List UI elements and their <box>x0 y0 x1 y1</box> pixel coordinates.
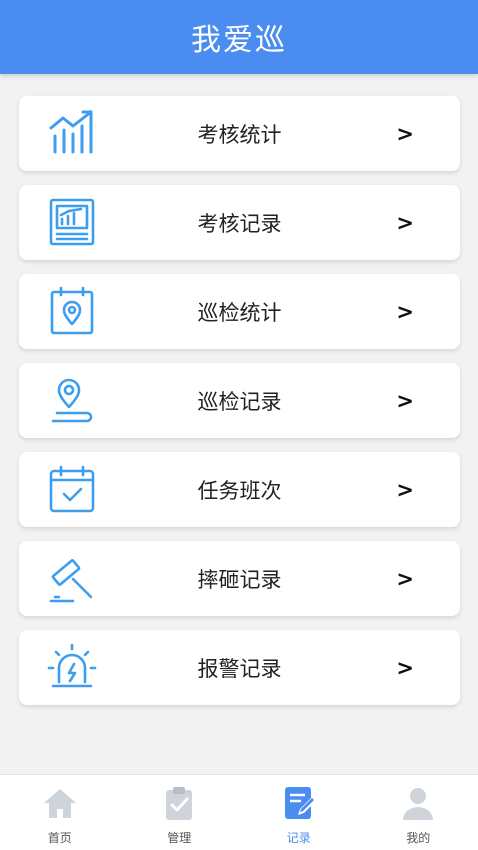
home-icon <box>43 789 76 818</box>
tab-records[interactable]: 记录 <box>239 775 359 850</box>
menu-item-label: 巡检统计 <box>197 300 282 325</box>
chevron-right-icon: > <box>396 121 414 146</box>
chevron-right-icon: > <box>396 299 414 324</box>
menu-item-label: 考核统计 <box>197 122 282 147</box>
menu-item-label: 摔砸记录 <box>197 567 282 592</box>
chevron-right-icon: > <box>396 477 414 502</box>
chevron-right-icon: > <box>396 388 414 413</box>
tab-mine[interactable]: 我的 <box>359 775 478 850</box>
tab-label: 管理 <box>167 831 192 845</box>
chevron-right-icon: > <box>396 655 414 680</box>
app-header: 我爱巡 <box>0 0 478 74</box>
menu-item-alarm-records[interactable]: 报警记录 > <box>19 630 460 705</box>
bottom-tab-bar: 首页 管理 记录 我的 <box>0 774 478 850</box>
menu-item-label: 任务班次 <box>197 478 282 503</box>
menu-item-task-shifts[interactable]: 任务班次 > <box>19 452 460 527</box>
menu-item-label: 巡检记录 <box>197 389 282 414</box>
tab-label: 记录 <box>286 831 311 845</box>
menu-item-smash-records[interactable]: 摔砸记录 > <box>19 541 460 616</box>
menu-item-label: 报警记录 <box>197 656 282 681</box>
tab-home[interactable]: 首页 <box>0 775 120 850</box>
page-title: 我爱巡 <box>191 23 287 58</box>
chevron-right-icon: > <box>396 210 414 235</box>
menu-item-label: 考核记录 <box>197 211 282 236</box>
user-icon <box>403 788 434 820</box>
menu-item-inspection-records[interactable]: 巡检记录 > <box>19 363 460 438</box>
menu-item-assessment-records[interactable]: 考核记录 > <box>19 185 460 260</box>
tab-manage[interactable]: 管理 <box>120 775 240 850</box>
menu-list: 考核统计 > 考核记录 > 巡检统计 > 巡检记录 > 任务班次 > 摔砸记录 … <box>19 96 460 719</box>
menu-item-assessment-stats[interactable]: 考核统计 > <box>19 96 460 171</box>
tab-label: 我的 <box>406 831 431 845</box>
clipboard-check-icon <box>166 787 193 820</box>
chevron-right-icon: > <box>396 566 414 591</box>
menu-item-inspection-stats[interactable]: 巡检统计 > <box>19 274 460 349</box>
tab-label: 首页 <box>47 831 72 845</box>
edit-note-icon <box>284 787 316 819</box>
